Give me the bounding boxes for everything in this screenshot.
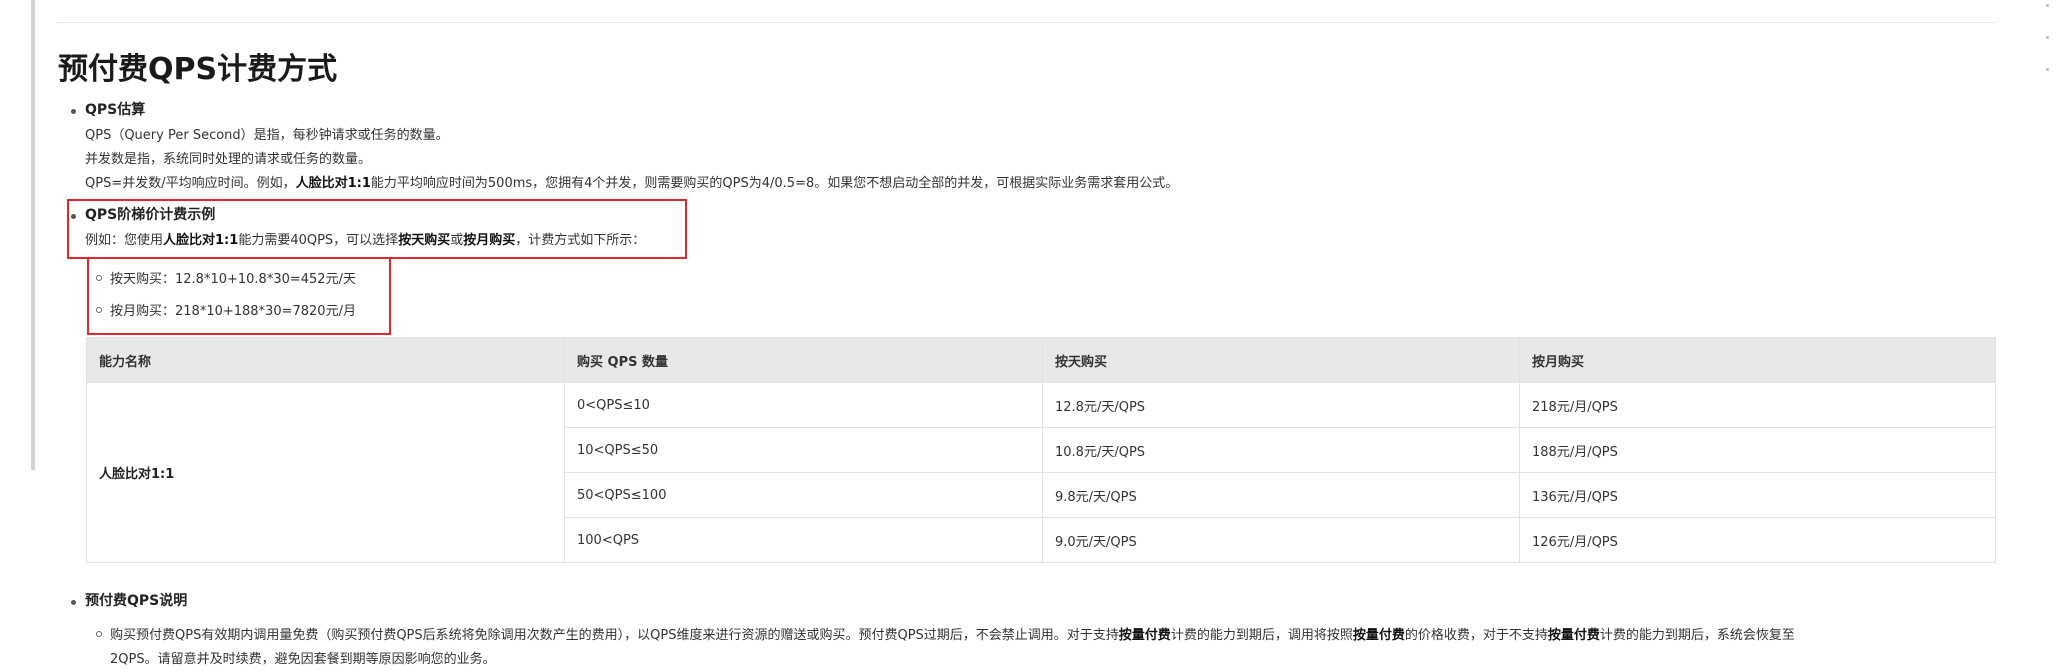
qps-range-cell: 100<QPS bbox=[564, 517, 1043, 563]
pricing-table: 能力名称 购买 QPS 数量 按天购买 按月购买 人脸比对1:1 0<QPS≤1… bbox=[86, 337, 1996, 563]
table-row: 人脸比对1:1 0<QPS≤10 12.8元/天/QPS 218元/月/QPS bbox=[86, 382, 1996, 563]
header-daily: 按天购买 bbox=[1042, 337, 1520, 383]
table-header-row: 能力名称 购买 QPS 数量 按天购买 按月购买 bbox=[86, 337, 1996, 383]
page-title: 预付费QPS计费方式 bbox=[58, 52, 338, 87]
bullet bbox=[71, 600, 76, 605]
note-text: 的价格收费，对于不支持 bbox=[1404, 628, 1548, 643]
capability-cell: 人脸比对1:1 bbox=[86, 382, 565, 563]
qps-range-cell: 10<QPS≤50 bbox=[564, 427, 1043, 473]
header-monthly: 按月购买 bbox=[1519, 337, 1996, 383]
intro-text: 能力需要40QPS，可以选择 bbox=[238, 233, 399, 248]
bullet bbox=[71, 109, 76, 114]
capability-name: 人脸比对1:1 bbox=[295, 176, 371, 191]
note-text: 计费的能力到期后，调用将按照 bbox=[1170, 628, 1353, 643]
sub-bullet bbox=[96, 275, 102, 281]
daily-price-cell: 9.0元/天/QPS bbox=[1042, 517, 1520, 563]
daily-price-cell: 9.8元/天/QPS bbox=[1042, 472, 1520, 518]
daily-price-cell: 10.8元/天/QPS bbox=[1042, 427, 1520, 473]
pay-as-you-go: 按量付费 bbox=[1118, 628, 1171, 643]
header-capability: 能力名称 bbox=[86, 337, 565, 383]
capability-name: 人脸比对1:1 bbox=[163, 233, 239, 248]
top-divider bbox=[58, 22, 1997, 23]
tier-example-heading: QPS阶梯价计费示例 bbox=[85, 207, 216, 223]
monthly-price-cell: 126元/月/QPS bbox=[1519, 517, 1996, 563]
monthly-calculation: 按月购买：218*10+188*30=7820元/月 bbox=[110, 304, 356, 319]
qps-definition: QPS（Query Per Second）是指，每秒钟请求或任务的数量。 bbox=[85, 128, 449, 143]
tier-example-intro: 例如：您使用人脸比对1:1能力需要40QPS，可以选择按天购买或按月购买，计费方… bbox=[85, 229, 645, 248]
pay-as-you-go: 按量付费 bbox=[1352, 628, 1405, 643]
formula-text: QPS=并发数/平均响应时间。例如， bbox=[85, 176, 296, 191]
pay-as-you-go: 按量付费 bbox=[1547, 628, 1600, 643]
monthly-purchase: 按月购买 bbox=[463, 233, 516, 248]
side-dots bbox=[2041, 0, 2053, 120]
qps-estimate-heading: QPS估算 bbox=[85, 102, 146, 118]
monthly-price-cell: 218元/月/QPS bbox=[1519, 382, 1996, 428]
sub-bullet bbox=[96, 307, 102, 313]
concurrency-definition: 并发数是指，系统同时处理的请求或任务的数量。 bbox=[85, 152, 372, 167]
scroll-indicator bbox=[31, 0, 35, 470]
daily-price-cell: 12.8元/天/QPS bbox=[1042, 382, 1520, 428]
note-text: 计费的能力到期后，系统会恢复至 bbox=[1599, 628, 1795, 643]
daily-calculation: 按天购买：12.8*10+10.8*30=452元/天 bbox=[110, 272, 356, 287]
intro-text: 或 bbox=[450, 233, 464, 248]
intro-text: ，计费方式如下所示： bbox=[515, 233, 646, 248]
bullet bbox=[71, 214, 76, 219]
monthly-price-cell: 136元/月/QPS bbox=[1519, 472, 1996, 518]
note-text: 购买预付费QPS有效期内调用量免费（购买预付费QPS后系统将免除调用次数产生的费… bbox=[110, 628, 1119, 643]
prepaid-note-heading: 预付费QPS说明 bbox=[85, 593, 188, 609]
header-qps-quantity: 购买 QPS 数量 bbox=[564, 337, 1043, 383]
formula-text-rest: 能力平均响应时间为500ms，您拥有4个并发，则需要购买的QPS为4/0.5=8… bbox=[370, 176, 1179, 191]
monthly-price-cell: 188元/月/QPS bbox=[1519, 427, 1996, 473]
qps-formula: QPS=并发数/平均响应时间。例如，人脸比对1:1能力平均响应时间为500ms，… bbox=[85, 172, 1178, 191]
prepaid-note-line2: 2QPS。请留意并及时续费，避免因套餐到期等原因影响您的业务。 bbox=[110, 652, 496, 667]
qps-range-cell: 0<QPS≤10 bbox=[564, 382, 1043, 428]
intro-text: 例如：您使用 bbox=[85, 233, 164, 248]
daily-purchase: 按天购买 bbox=[398, 233, 451, 248]
qps-range-cell: 50<QPS≤100 bbox=[564, 472, 1043, 518]
prepaid-note-line1: 购买预付费QPS有效期内调用量免费（购买预付费QPS后系统将免除调用次数产生的费… bbox=[110, 624, 1795, 643]
sub-bullet bbox=[96, 631, 102, 637]
